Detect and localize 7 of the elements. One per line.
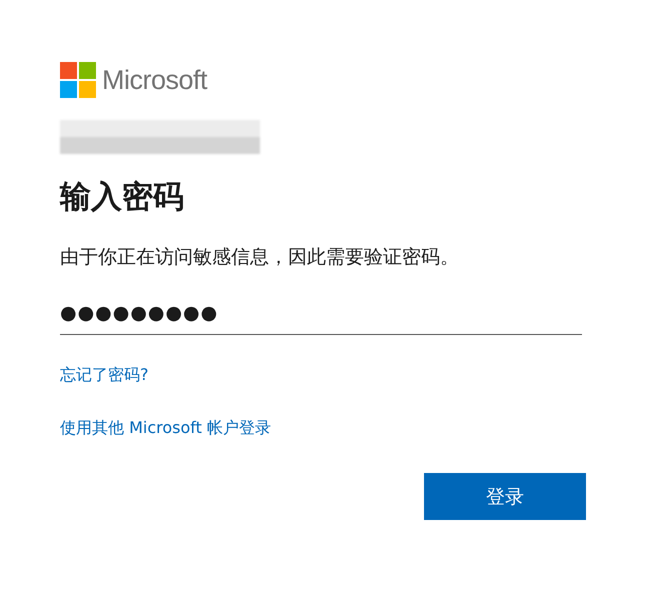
logo-icon bbox=[60, 62, 96, 98]
description: 由于你正在访问敏感信息，因此需要验证密码。 bbox=[60, 245, 459, 270]
page-title: 输入密码 bbox=[60, 178, 184, 217]
link[interactable]: 使用其他 Microsoft 帐户登录 bbox=[60, 418, 271, 439]
sign-in-button[interactable]: 登录 bbox=[424, 473, 586, 520]
brand-name: Microsoft bbox=[102, 64, 208, 96]
link[interactable]: 忘记了密码? bbox=[60, 365, 148, 386]
